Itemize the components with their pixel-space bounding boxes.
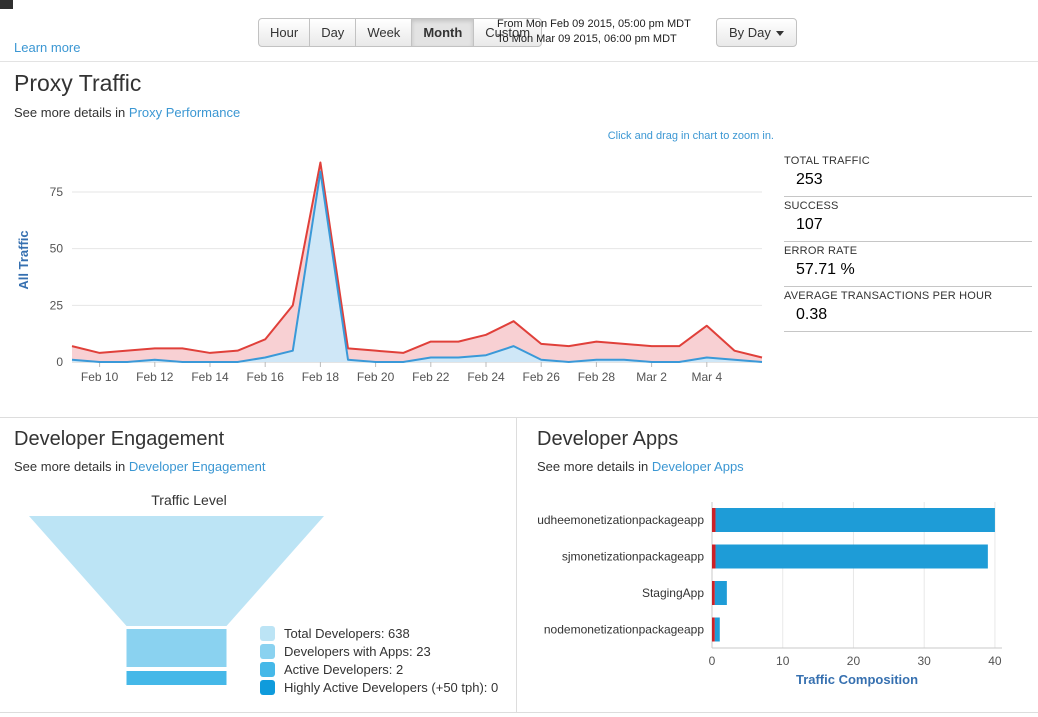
svg-text:20: 20 [847, 654, 861, 668]
svg-text:25: 25 [50, 298, 64, 312]
svg-text:Feb 22: Feb 22 [412, 370, 450, 384]
y-axis-label: All Traffic [16, 230, 31, 289]
svg-text:Feb 12: Feb 12 [136, 370, 174, 384]
svg-text:Feb 28: Feb 28 [578, 370, 616, 384]
bar-segment [716, 545, 988, 569]
developer-apps-section: Developer Apps See more details in Devel… [517, 418, 1038, 712]
stat-label: ERROR RATE [784, 245, 1032, 257]
legend-label: Highly Active Developers (+50 tph): 0 [284, 680, 498, 695]
x-axis-label: Traffic Composition [796, 672, 918, 687]
bar-segment [712, 618, 715, 642]
bar-category-label: nodemonetizationpackageapp [544, 623, 704, 637]
stats-panel: TOTAL TRAFFIC253SUCCESS107ERROR RATE57.7… [784, 152, 1032, 411]
svg-text:Feb 14: Feb 14 [191, 370, 229, 384]
legend-label: Total Developers: 638 [284, 626, 410, 641]
funnel-legend: Total Developers: 638 Developers with App… [260, 623, 498, 698]
proxy-traffic-section: Proxy Traffic See more details in Proxy … [0, 62, 1038, 417]
group-by-label: By Day [729, 25, 771, 40]
proxy-subtitle-text: See more details in [14, 105, 129, 120]
bar-segment [712, 508, 716, 532]
range-button-hour[interactable]: Hour [258, 18, 310, 47]
date-range-text: From Mon Feb 09 2015, 05:00 pm MDT To Mo… [497, 17, 691, 47]
svg-text:Feb 24: Feb 24 [467, 370, 505, 384]
legend-swatch [260, 662, 275, 677]
svg-text:Feb 10: Feb 10 [81, 370, 119, 384]
group-by-dropdown[interactable]: By Day [716, 18, 797, 47]
legend-item: Active Developers: 2 [260, 662, 498, 677]
funnel-segment [127, 629, 227, 667]
apps-bar-chart: 0 10 20 30 40 sudheemonetizationpackageapp sjm… [537, 500, 1038, 697]
svg-text:Feb 16: Feb 16 [247, 370, 285, 384]
developer-engagement-section: Developer Engagement See more details in… [0, 418, 517, 712]
stat-value: 107 [784, 212, 1032, 239]
legend-swatch [260, 644, 275, 659]
funnel-title: Traffic Level [14, 492, 364, 508]
legend-item: Developers with Apps: 23 [260, 644, 498, 659]
proxy-performance-link[interactable]: Proxy Performance [129, 105, 240, 120]
bar-category-label: sjmonetizationpackageapp [562, 550, 704, 564]
svg-text:40: 40 [988, 654, 1002, 668]
svg-text:0: 0 [709, 654, 716, 668]
apps-subtitle: See more details in Developer Apps [537, 459, 1038, 474]
legend-item: Total Developers: 638 [260, 626, 498, 641]
chevron-down-icon [776, 31, 784, 36]
svg-text:0: 0 [56, 355, 63, 369]
stat-block: AVERAGE TRANSACTIONS PER HOUR0.38 [784, 287, 1032, 332]
proxy-subtitle: See more details in Proxy Performance [14, 105, 1038, 120]
legend-swatch [260, 680, 275, 695]
apps-subtitle-text: See more details in [537, 459, 652, 474]
stat-label: AVERAGE TRANSACTIONS PER HOUR [784, 290, 1032, 302]
svg-text:10: 10 [776, 654, 790, 668]
page-title: Proxy Traffic [14, 70, 1038, 97]
svg-text:50: 50 [50, 242, 64, 256]
bar-segment [712, 581, 715, 605]
svg-text:Mar 2: Mar 2 [636, 370, 667, 384]
stat-label: SUCCESS [784, 200, 1032, 212]
svg-text:Feb 26: Feb 26 [523, 370, 561, 384]
developer-engagement-link[interactable]: Developer Engagement [129, 459, 266, 474]
svg-text:30: 30 [918, 654, 932, 668]
range-button-week[interactable]: Week [355, 18, 412, 47]
stat-block: SUCCESS107 [784, 197, 1032, 242]
svg-text:Feb 20: Feb 20 [357, 370, 395, 384]
traffic-line-chart[interactable]: 0 25 50 75 Feb 10 Feb 12 Feb 14 Feb 16 Feb 18 Feb… [14, 144, 784, 411]
legend-swatch [260, 626, 275, 641]
stat-block: TOTAL TRAFFIC253 [784, 152, 1032, 197]
toolbar: Learn more HourDayWeekMonthCustom From M… [0, 0, 1038, 62]
stat-value: 0.38 [784, 302, 1032, 329]
stat-block: ERROR RATE57.71 % [784, 242, 1032, 287]
legend-label: Active Developers: 2 [284, 662, 403, 677]
stat-label: TOTAL TRAFFIC [784, 155, 1032, 167]
developer-apps-link[interactable]: Developer Apps [652, 459, 744, 474]
engagement-subtitle-text: See more details in [14, 459, 129, 474]
bar-segment [716, 508, 995, 532]
zoom-hint: Click and drag in chart to zoom in. [14, 130, 774, 142]
bar-segment [715, 618, 720, 642]
learn-more-link[interactable]: Learn more [14, 40, 80, 55]
funnel-segment [127, 671, 227, 685]
bar-segment [712, 545, 716, 569]
stat-value: 253 [784, 167, 1032, 194]
stat-value: 57.71 % [784, 257, 1032, 284]
dashboard-page: Learn more HourDayWeekMonthCustom From M… [0, 0, 1038, 717]
proxy-chart-row: 0 25 50 75 Feb 10 Feb 12 Feb 14 Feb 16 Feb 18 Feb… [14, 144, 1038, 411]
engagement-subtitle: See more details in Developer Engagement [14, 459, 516, 474]
bar-segment [715, 581, 727, 605]
range-button-month[interactable]: Month [411, 18, 474, 47]
svg-text:75: 75 [50, 185, 64, 199]
range-button-day[interactable]: Day [309, 18, 356, 47]
legend-item: Highly Active Developers (+50 tph): 0 [260, 680, 498, 695]
date-range-from: From Mon Feb 09 2015, 05:00 pm MDT [497, 17, 691, 32]
bottom-sections: Developer Engagement See more details in… [0, 417, 1038, 713]
bar-category-label: sudheemonetizationpackageapp [537, 513, 704, 527]
developer-apps-title: Developer Apps [537, 428, 1038, 451]
svg-text:Feb 18: Feb 18 [302, 370, 340, 384]
svg-text:Mar 4: Mar 4 [691, 370, 722, 384]
funnel-segment [29, 516, 324, 626]
bar-category-label: StagingApp [642, 586, 704, 600]
legend-label: Developers with Apps: 23 [284, 644, 431, 659]
developer-engagement-title: Developer Engagement [14, 428, 516, 451]
date-range-to: To Mon Mar 09 2015, 06:00 pm MDT [497, 32, 691, 47]
